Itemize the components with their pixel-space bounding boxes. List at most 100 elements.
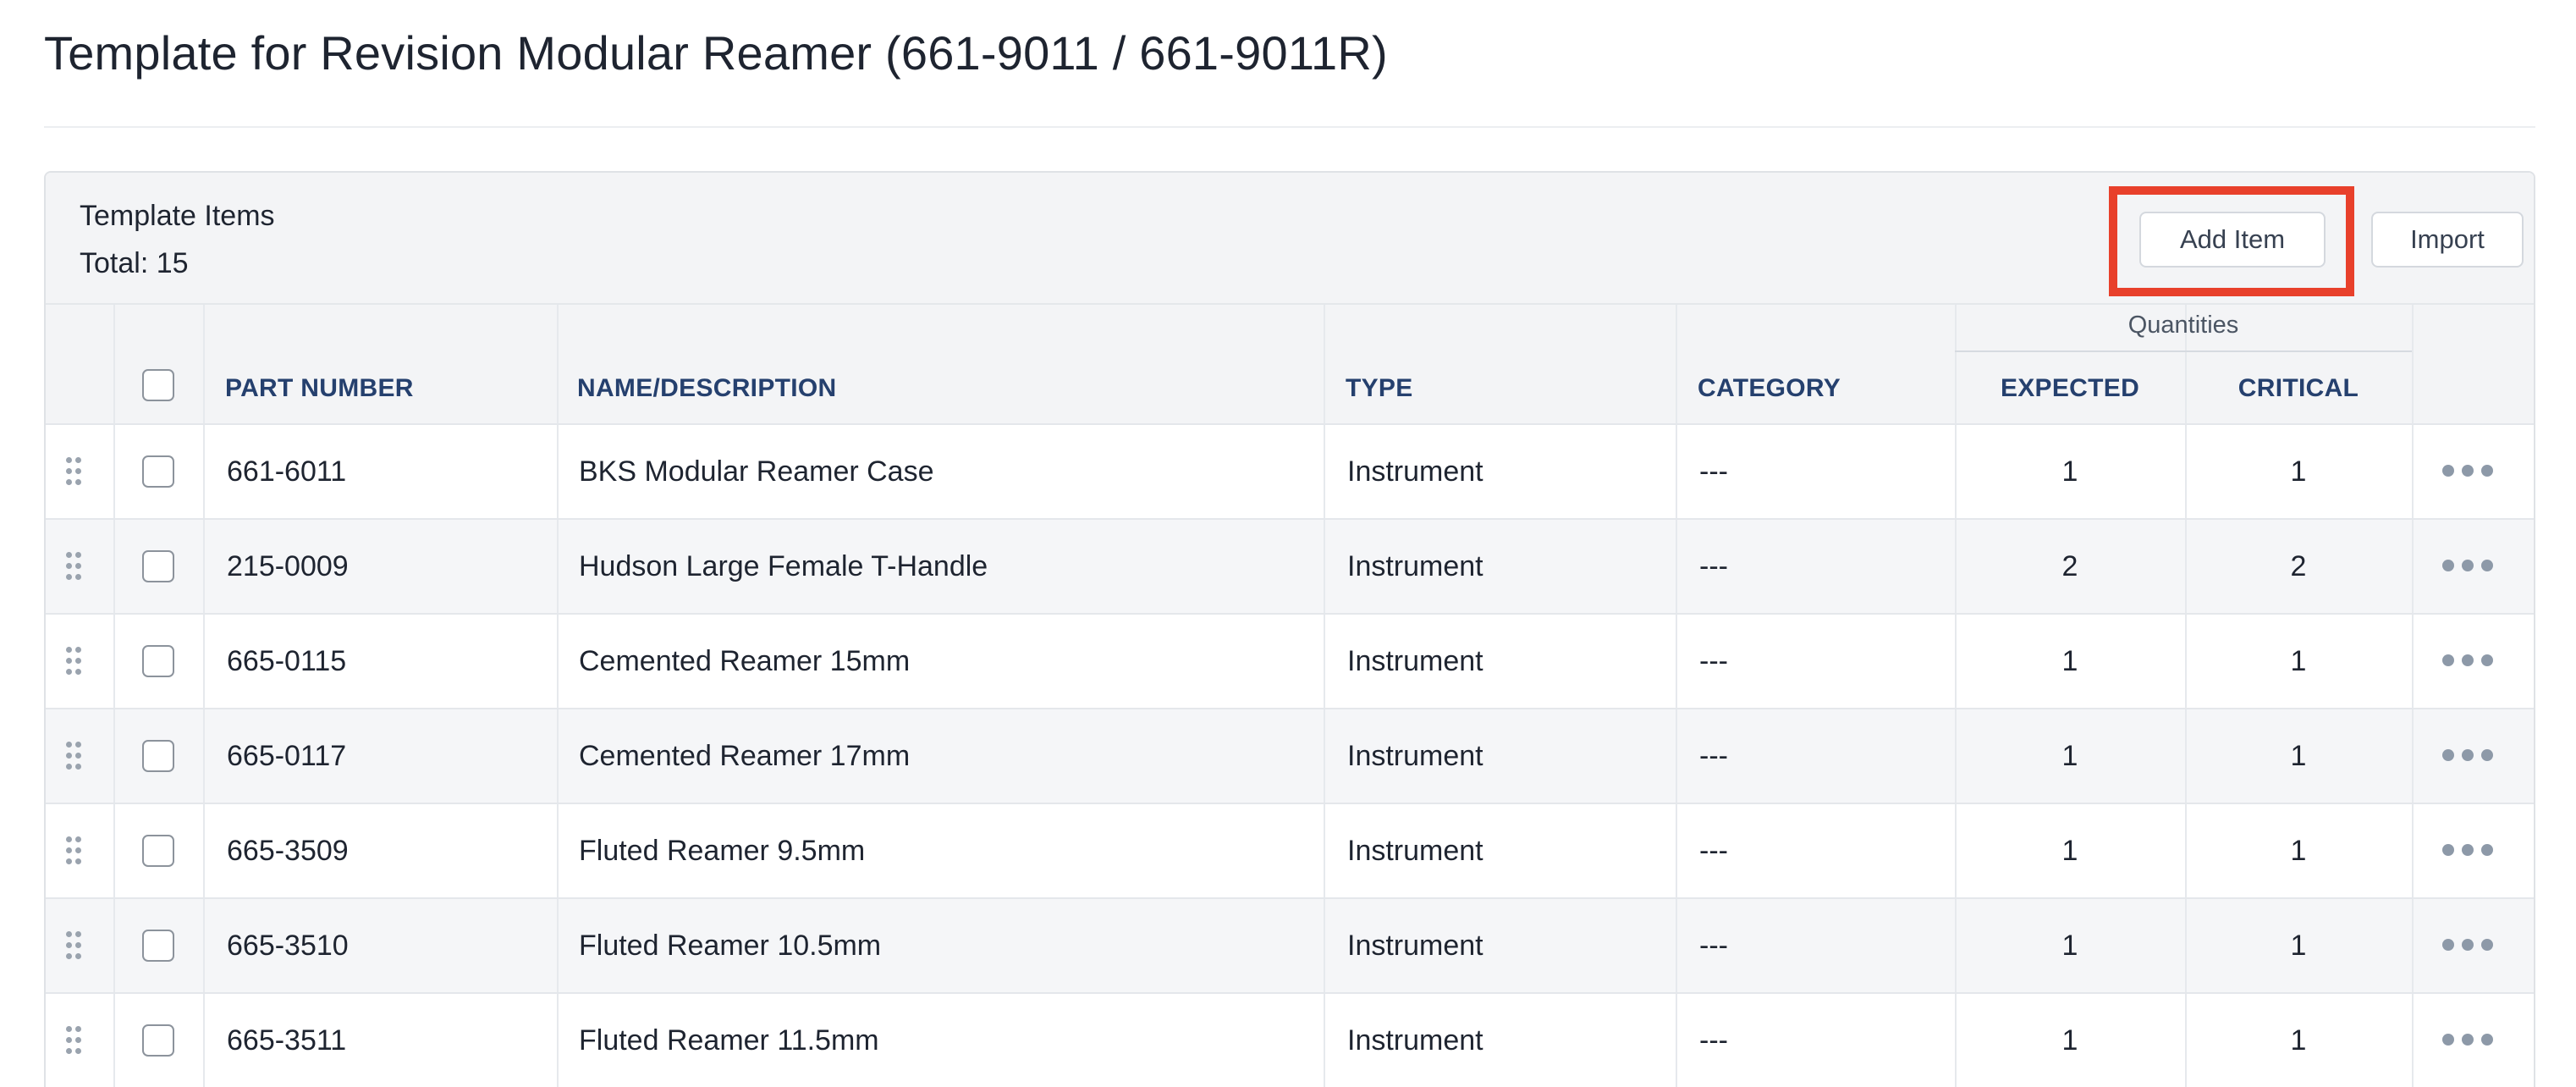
type-cell: Instrument <box>1347 455 1483 488</box>
col-category[interactable]: CATEGORY <box>1698 374 1841 403</box>
table-row[interactable]: 665-0115 Cemented Reamer 15mm Instrument --… <box>46 613 2534 708</box>
expected-qty-cell: 1 <box>2061 455 2078 488</box>
select-all-checkbox[interactable] <box>142 369 174 401</box>
table-row[interactable]: 665-3511 Fluted Reamer 11.5mm Instrument --… <box>46 992 2534 1087</box>
critical-qty-cell: 1 <box>2290 1024 2307 1057</box>
column-divider <box>113 804 115 897</box>
table-row[interactable]: 665-0117 Cemented Reamer 17mm Instrument --… <box>46 708 2534 803</box>
column-divider <box>1676 709 1677 803</box>
more-options-icon[interactable] <box>2442 455 2493 486</box>
more-options-icon[interactable] <box>2442 835 2493 865</box>
critical-qty-cell: 1 <box>2290 739 2307 772</box>
expected-qty-cell: 1 <box>2061 644 2078 677</box>
type-cell: Instrument <box>1347 549 1483 582</box>
column-divider <box>1324 425 1325 518</box>
more-options-icon[interactable] <box>2442 740 2493 770</box>
drag-handle-icon[interactable] <box>64 457 83 486</box>
add-item-button[interactable]: Add Item <box>2139 212 2326 268</box>
row-checkbox[interactable] <box>142 550 174 582</box>
column-divider <box>1324 305 1325 423</box>
column-divider <box>113 899 115 992</box>
column-divider <box>113 994 115 1087</box>
name-description-cell: Fluted Reamer 10.5mm <box>579 929 882 962</box>
table-row[interactable]: 215-0009 Hudson Large Female T-Handle Inst… <box>46 518 2534 613</box>
column-divider <box>2412 804 2414 897</box>
import-button[interactable]: Import <box>2371 212 2524 268</box>
critical-qty-cell: 1 <box>2290 455 2307 488</box>
more-options-icon[interactable] <box>2442 930 2493 960</box>
column-divider <box>557 709 559 803</box>
drag-handle-icon[interactable] <box>64 1026 83 1055</box>
drag-handle-icon[interactable] <box>64 552 83 581</box>
col-name-description[interactable]: NAME/DESCRIPTION <box>577 374 836 403</box>
column-divider <box>1676 994 1677 1087</box>
column-divider <box>1324 899 1325 992</box>
col-part-number[interactable]: PART NUMBER <box>225 374 414 403</box>
name-description-cell: Hudson Large Female T-Handle <box>579 549 988 582</box>
column-divider <box>1676 615 1677 708</box>
column-divider <box>557 520 559 613</box>
row-checkbox[interactable] <box>142 455 174 488</box>
title-divider <box>44 126 2535 128</box>
table-row[interactable]: 665-3509 Fluted Reamer 9.5mm Instrument ---… <box>46 803 2534 897</box>
column-divider <box>1676 305 1677 423</box>
type-cell: Instrument <box>1347 834 1483 867</box>
row-checkbox[interactable] <box>142 835 174 867</box>
column-divider <box>1324 615 1325 708</box>
expected-qty-cell: 1 <box>2061 1024 2078 1057</box>
column-divider <box>557 899 559 992</box>
part-number-cell: 665-3511 <box>227 1024 347 1057</box>
column-divider <box>113 520 115 613</box>
table-row[interactable]: 661-6011 BKS Modular Reamer Case Instrumen… <box>46 423 2534 518</box>
category-cell: --- <box>1699 549 1728 582</box>
category-cell: --- <box>1699 834 1728 867</box>
column-divider <box>1676 804 1677 897</box>
drag-handle-icon[interactable] <box>64 647 83 676</box>
name-description-cell: Fluted Reamer 9.5mm <box>579 834 866 867</box>
category-cell: --- <box>1699 1024 1728 1057</box>
drag-handle-icon[interactable] <box>64 836 83 865</box>
column-divider <box>2412 425 2414 518</box>
column-divider <box>557 615 559 708</box>
category-cell: --- <box>1699 739 1728 772</box>
category-cell: --- <box>1699 929 1728 962</box>
name-description-cell: Fluted Reamer 11.5mm <box>579 1024 879 1057</box>
row-checkbox[interactable] <box>142 740 174 772</box>
column-divider <box>113 425 115 518</box>
column-divider <box>557 425 559 518</box>
column-divider <box>2412 994 2414 1087</box>
column-divider <box>113 615 115 708</box>
type-cell: Instrument <box>1347 929 1483 962</box>
expected-qty-cell: 1 <box>2061 834 2078 867</box>
col-critical[interactable]: CRITICAL <box>2185 374 2412 403</box>
column-divider <box>1324 994 1325 1087</box>
table-header: Quantities PART NUMBER NAME/DESCRIPTION … <box>46 303 2534 423</box>
column-divider <box>203 425 205 518</box>
name-description-cell: Cemented Reamer 17mm <box>579 739 911 772</box>
column-divider <box>2412 520 2414 613</box>
quantities-group-header: Quantities <box>1955 312 2412 352</box>
more-options-icon[interactable] <box>2442 550 2493 581</box>
column-divider <box>203 615 205 708</box>
drag-handle-icon[interactable] <box>64 931 83 960</box>
row-checkbox[interactable] <box>142 930 174 962</box>
name-description-cell: BKS Modular Reamer Case <box>579 455 934 488</box>
critical-qty-cell: 2 <box>2290 549 2307 582</box>
type-cell: Instrument <box>1347 739 1483 772</box>
more-options-icon[interactable] <box>2442 1024 2493 1055</box>
part-number-cell: 665-0117 <box>227 739 347 772</box>
drag-handle-icon[interactable] <box>64 742 83 770</box>
more-options-icon[interactable] <box>2442 645 2493 676</box>
row-checkbox[interactable] <box>142 1024 174 1057</box>
column-divider <box>557 305 559 423</box>
type-cell: Instrument <box>1347 644 1483 677</box>
panel-title: Template Items <box>80 200 275 232</box>
row-checkbox[interactable] <box>142 645 174 677</box>
critical-qty-cell: 1 <box>2290 929 2307 962</box>
column-divider <box>203 709 205 803</box>
col-expected[interactable]: EXPECTED <box>1955 374 2185 403</box>
items-total: Total: 15 <box>80 247 189 279</box>
column-divider <box>1676 899 1677 992</box>
table-row[interactable]: 665-3510 Fluted Reamer 10.5mm Instrument --… <box>46 897 2534 992</box>
col-type[interactable]: TYPE <box>1346 374 1413 403</box>
